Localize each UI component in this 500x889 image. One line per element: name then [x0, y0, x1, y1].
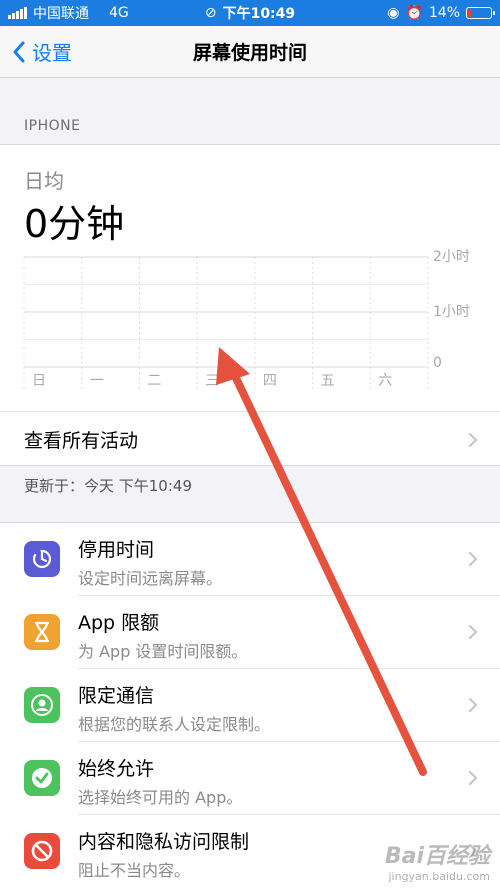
hourglass-icon [24, 614, 60, 650]
list-item-subtitle: 选择始终可用的 App。 [78, 788, 243, 807]
chart-y-tick-label: 2小时 [433, 249, 470, 265]
network-type: 4G [109, 5, 129, 21]
chart-x-tick-label: 一 [90, 373, 104, 389]
chart-x-tick-label: 二 [147, 373, 161, 389]
chart-y-tick-label: 0 [433, 355, 442, 371]
daily-average-label: 日均 [24, 169, 64, 193]
alarm-icon: ⏰ [405, 5, 423, 21]
prohibited-icon [24, 833, 60, 869]
chevron-right-icon [469, 698, 477, 712]
chart-x-tick-label: 五 [321, 373, 335, 389]
checkmark-badge-icon [24, 760, 60, 796]
list-item[interactable]: App 限额为 App 设置时间限额。 [0, 596, 500, 669]
list-item-title: App 限额 [78, 612, 160, 634]
rotation-lock-icon: ◉ [387, 5, 400, 21]
see-all-activity-label: 查看所有活动 [24, 430, 139, 452]
contact-icon [24, 687, 60, 723]
list-item-subtitle: 为 App 设置时间限额。 [78, 642, 248, 661]
chart-x-tick-label: 三 [205, 373, 219, 389]
list-item-title: 停用时间 [78, 539, 155, 561]
watermark-url: jingyan.baidu.com [388, 870, 490, 883]
chevron-right-icon [469, 625, 477, 639]
battery-percent: 14% [428, 5, 460, 21]
chart-x-tick-label: 六 [378, 373, 392, 389]
chevron-left-icon [13, 41, 25, 62]
list-item-title: 始终允许 [78, 758, 155, 780]
list-item-subtitle: 阻止不当内容。 [78, 861, 191, 880]
list-item-subtitle: 根据您的联系人设定限制。 [78, 715, 271, 734]
settings-list: 停用时间 设定时间远离屏幕。 App 限额为 App 设置时间限额。 限定通信 根据您的… [0, 522, 500, 889]
list-item[interactable]: 始终允许选择始终可用的 App。 [0, 742, 500, 815]
usage-summary-card[interactable]: 日均 0分钟 2小时 1小时 0 日 一 二 三 四 五 六 查看所有活动 [0, 144, 500, 466]
updated-timestamp: 更新于：今天 下午10:49 [24, 477, 192, 495]
chart-x-tick-label: 日 [32, 373, 46, 389]
chevron-right-icon [469, 433, 477, 447]
back-button[interactable]: 设置 [12, 37, 72, 66]
status-bar: 中国联通 4G ⊘ 下午10:49 ◉ ⏰ 14% [0, 0, 500, 26]
list-item-subtitle: 设定时间远离屏幕。 [78, 569, 223, 588]
daily-average-value: 0分钟 [24, 202, 125, 246]
chart-y-tick-label: 1小时 [433, 304, 470, 320]
battery-fill [468, 9, 471, 17]
signal-icon [8, 7, 27, 19]
chart-x-tick-label: 四 [263, 373, 277, 389]
weekly-usage-chart: 2小时 1小时 0 日 一 二 三 四 五 六 [23, 249, 470, 389]
watermark: Bai百经验 jingyan.baidu.com [385, 838, 490, 883]
back-label: 设置 [32, 41, 72, 65]
downtime-icon [24, 541, 60, 577]
navigation-bar: 设置 屏幕使用时间 [0, 26, 500, 78]
list-item[interactable]: 限定通信根据您的联系人设定限制。 [0, 669, 500, 742]
battery-icon [466, 7, 495, 19]
chevron-right-icon [469, 552, 477, 566]
chevron-right-icon [469, 771, 477, 785]
see-all-activity-button[interactable]: 查看所有活动 [0, 411, 500, 467]
list-item[interactable]: 停用时间设定时间远离屏幕。 [0, 523, 500, 596]
list-item-title: 内容和隐私访问限制 [78, 831, 250, 853]
watermark-logo: Bai百经验 [384, 844, 490, 869]
carrier-name: 中国联通 [33, 6, 89, 22]
page-title: 屏幕使用时间 [192, 42, 307, 64]
list-item-title: 限定通信 [78, 685, 155, 707]
section-header-iphone: IPHONE [24, 118, 81, 134]
